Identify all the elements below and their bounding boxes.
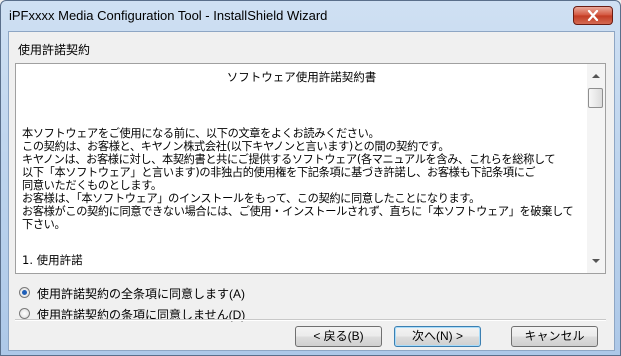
license-line: お客様がこの契約に同意できない場合には、ご使用・インストールされず、直ちに「本ソ…: [22, 205, 574, 218]
page-heading: 使用許諾契約: [18, 43, 91, 57]
accept-radio[interactable]: [19, 287, 30, 298]
license-line: 同意いただくものとします。: [22, 179, 162, 192]
next-button[interactable]: 次へ(N) >: [394, 326, 481, 347]
cancel-button[interactable]: キャンセル: [511, 326, 598, 347]
accept-label[interactable]: 使用許諾契約の全条項に同意します(A): [37, 285, 245, 302]
scroll-up-icon[interactable]: [592, 74, 600, 78]
license-line: この契約は、お客様と、キヤノン株式会社(以下キヤノンと言います)との間の契約です…: [22, 140, 450, 153]
license-line: 本ソフトウェアをご使用になる前に、以下の文章をよくお読みください。: [22, 127, 380, 140]
close-icon: [587, 10, 599, 21]
license-line: 下さい。: [22, 218, 66, 231]
license-title: ソフトウェア使用許諾契約書: [226, 70, 377, 84]
close-button[interactable]: [573, 6, 613, 25]
back-button[interactable]: < 戻る(B): [295, 326, 382, 347]
license-agreement-box[interactable]: ソフトウェア使用許諾契約書 本ソフトウェアをご使用になる前に、以下の文章をよくお…: [15, 63, 606, 274]
license-scrollbar[interactable]: [587, 64, 605, 273]
scroll-down-icon[interactable]: [592, 259, 600, 263]
installer-window: iPFxxxx Media Configuration Tool - Insta…: [0, 0, 621, 356]
license-text-area: ソフトウェア使用許諾契約書 本ソフトウェアをご使用になる前に、以下の文章をよくお…: [16, 64, 587, 273]
window-title: iPFxxxx Media Configuration Tool - Insta…: [9, 8, 328, 23]
decline-radio[interactable]: [19, 308, 30, 319]
license-line: キヤノンは、お客様に対し、本契約書と共にご提供するソフトウェア(各マニュアルを含…: [22, 153, 556, 166]
license-line: お客様は、「本ソフトウェア」のインストールをもって、この契約に同意したことになり…: [22, 192, 480, 205]
license-line: 以下「本ソフトウェア」と言います)の非独占的使用権を下記条項に基づき許諾し、お客…: [22, 166, 536, 179]
license-section-heading: 1. 使用許諾: [22, 253, 83, 267]
wizard-content: 使用許諾契約 ソフトウェア使用許諾契約書 本ソフトウェアをご使用になる前に、以下…: [8, 31, 615, 351]
scroll-thumb[interactable]: [588, 88, 603, 108]
title-bar[interactable]: iPFxxxx Media Configuration Tool - Insta…: [1, 1, 620, 31]
button-divider: [15, 319, 606, 321]
